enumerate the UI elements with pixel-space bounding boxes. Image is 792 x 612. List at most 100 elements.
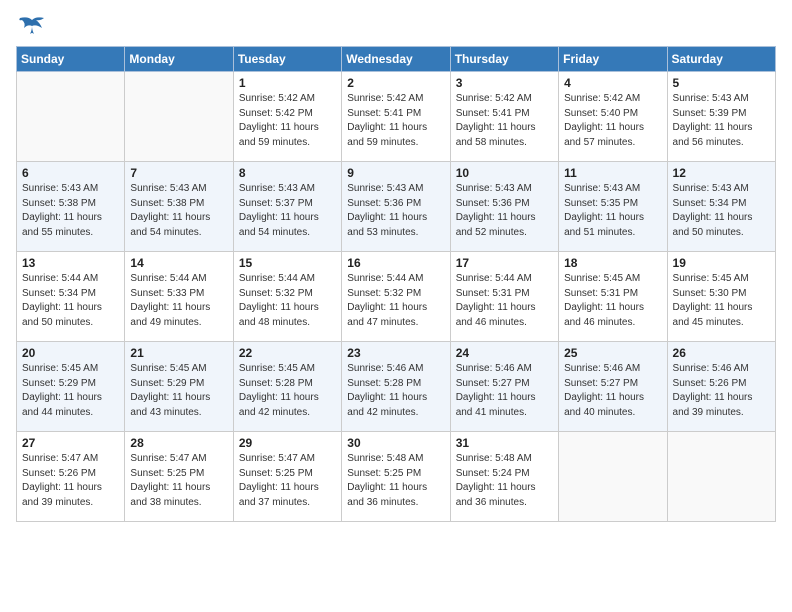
day-info: Sunrise: 5:46 AM Sunset: 5:26 PM Dayligh… — [673, 362, 770, 420]
calendar-cell — [667, 432, 775, 522]
header-day-wednesday: Wednesday — [342, 47, 450, 72]
calendar-cell — [559, 432, 667, 522]
day-number: 17 — [456, 256, 553, 270]
day-number: 2 — [347, 76, 444, 90]
day-number: 6 — [22, 166, 119, 180]
calendar-cell: 23 Sunrise: 5:46 AM Sunset: 5:28 PM Dayli… — [342, 342, 450, 432]
day-info: Sunrise: 5:45 AM Sunset: 5:30 PM Dayligh… — [673, 272, 770, 330]
day-number: 24 — [456, 346, 553, 360]
day-number: 20 — [22, 346, 119, 360]
calendar-cell: 2 Sunrise: 5:42 AM Sunset: 5:41 PM Daylig… — [342, 72, 450, 162]
day-number: 8 — [239, 166, 336, 180]
calendar-cell: 12Sunrise: 5:43 AM Sunset: 5:34 PM Dayli… — [667, 162, 775, 252]
day-info: Sunrise: 5:43 AM Sunset: 5:39 PM Dayligh… — [673, 92, 770, 150]
day-info: Sunrise: 5:45 AM Sunset: 5:29 PM Dayligh… — [130, 362, 227, 420]
day-info: Sunrise: 5:43 AM Sunset: 5:37 PM Dayligh… — [239, 182, 336, 240]
calendar-cell: 3 Sunrise: 5:42 AM Sunset: 5:41 PM Daylig… — [450, 72, 558, 162]
header — [16, 16, 776, 34]
day-number: 18 — [564, 256, 661, 270]
day-info: Sunrise: 5:48 AM Sunset: 5:25 PM Dayligh… — [347, 452, 444, 510]
day-info: Sunrise: 5:48 AM Sunset: 5:24 PM Dayligh… — [456, 452, 553, 510]
calendar-cell: 19 Sunrise: 5:45 AM Sunset: 5:30 PM Dayli… — [667, 252, 775, 342]
day-info: Sunrise: 5:42 AM Sunset: 5:41 PM Dayligh… — [456, 92, 553, 150]
calendar-cell: 22 Sunrise: 5:45 AM Sunset: 5:28 PM Dayli… — [233, 342, 341, 432]
day-number: 13 — [22, 256, 119, 270]
day-info: Sunrise: 5:42 AM Sunset: 5:41 PM Dayligh… — [347, 92, 444, 150]
day-number: 7 — [130, 166, 227, 180]
day-info: Sunrise: 5:46 AM Sunset: 5:28 PM Dayligh… — [347, 362, 444, 420]
calendar-cell: 21 Sunrise: 5:45 AM Sunset: 5:29 PM Dayli… — [125, 342, 233, 432]
header-day-monday: Monday — [125, 47, 233, 72]
day-number: 21 — [130, 346, 227, 360]
calendar-cell: 10Sunrise: 5:43 AM Sunset: 5:36 PM Dayli… — [450, 162, 558, 252]
day-number: 10 — [456, 166, 553, 180]
calendar-cell: 7Sunrise: 5:43 AM Sunset: 5:38 PM Daylig… — [125, 162, 233, 252]
day-info: Sunrise: 5:45 AM Sunset: 5:29 PM Dayligh… — [22, 362, 119, 420]
calendar-header-row: SundayMondayTuesdayWednesdayThursdayFrid… — [17, 47, 776, 72]
calendar-week-row: 1 Sunrise: 5:42 AM Sunset: 5:42 PM Daylig… — [17, 72, 776, 162]
calendar-cell: 13 Sunrise: 5:44 AM Sunset: 5:34 PM Dayli… — [17, 252, 125, 342]
calendar-week-row: 20 Sunrise: 5:45 AM Sunset: 5:29 PM Dayli… — [17, 342, 776, 432]
calendar-cell: 4 Sunrise: 5:42 AM Sunset: 5:40 PM Daylig… — [559, 72, 667, 162]
calendar-cell: 27 Sunrise: 5:47 AM Sunset: 5:26 PM Dayli… — [17, 432, 125, 522]
header-day-saturday: Saturday — [667, 47, 775, 72]
day-info: Sunrise: 5:43 AM Sunset: 5:35 PM Dayligh… — [564, 182, 661, 240]
day-info: Sunrise: 5:47 AM Sunset: 5:26 PM Dayligh… — [22, 452, 119, 510]
calendar-cell: 15 Sunrise: 5:44 AM Sunset: 5:32 PM Dayli… — [233, 252, 341, 342]
day-number: 1 — [239, 76, 336, 90]
calendar-week-row: 6Sunrise: 5:43 AM Sunset: 5:38 PM Daylig… — [17, 162, 776, 252]
calendar-table: SundayMondayTuesdayWednesdayThursdayFrid… — [16, 46, 776, 522]
day-number: 19 — [673, 256, 770, 270]
day-number: 3 — [456, 76, 553, 90]
header-day-sunday: Sunday — [17, 47, 125, 72]
calendar-cell — [17, 72, 125, 162]
day-info: Sunrise: 5:45 AM Sunset: 5:28 PM Dayligh… — [239, 362, 336, 420]
day-number: 26 — [673, 346, 770, 360]
calendar-week-row: 13 Sunrise: 5:44 AM Sunset: 5:34 PM Dayli… — [17, 252, 776, 342]
day-number: 29 — [239, 436, 336, 450]
day-number: 11 — [564, 166, 661, 180]
day-number: 31 — [456, 436, 553, 450]
header-day-friday: Friday — [559, 47, 667, 72]
calendar-cell: 5 Sunrise: 5:43 AM Sunset: 5:39 PM Daylig… — [667, 72, 775, 162]
day-info: Sunrise: 5:43 AM Sunset: 5:34 PM Dayligh… — [673, 182, 770, 240]
day-number: 23 — [347, 346, 444, 360]
calendar-cell: 25Sunrise: 5:46 AM Sunset: 5:27 PM Dayli… — [559, 342, 667, 432]
day-info: Sunrise: 5:42 AM Sunset: 5:40 PM Dayligh… — [564, 92, 661, 150]
calendar-cell: 26 Sunrise: 5:46 AM Sunset: 5:26 PM Dayli… — [667, 342, 775, 432]
day-info: Sunrise: 5:44 AM Sunset: 5:32 PM Dayligh… — [239, 272, 336, 330]
calendar-cell: 24 Sunrise: 5:46 AM Sunset: 5:27 PM Dayli… — [450, 342, 558, 432]
day-info: Sunrise: 5:42 AM Sunset: 5:42 PM Dayligh… — [239, 92, 336, 150]
day-number: 15 — [239, 256, 336, 270]
calendar-cell: 20 Sunrise: 5:45 AM Sunset: 5:29 PM Dayli… — [17, 342, 125, 432]
day-number: 30 — [347, 436, 444, 450]
day-info: Sunrise: 5:46 AM Sunset: 5:27 PM Dayligh… — [456, 362, 553, 420]
calendar-cell: 17 Sunrise: 5:44 AM Sunset: 5:31 PM Dayli… — [450, 252, 558, 342]
logo — [16, 16, 46, 34]
day-number: 9 — [347, 166, 444, 180]
header-day-tuesday: Tuesday — [233, 47, 341, 72]
logo-bird-icon — [18, 16, 46, 38]
calendar-cell — [125, 72, 233, 162]
day-number: 4 — [564, 76, 661, 90]
day-info: Sunrise: 5:44 AM Sunset: 5:34 PM Dayligh… — [22, 272, 119, 330]
calendar-cell: 11 Sunrise: 5:43 AM Sunset: 5:35 PM Dayli… — [559, 162, 667, 252]
calendar-cell: 29 Sunrise: 5:47 AM Sunset: 5:25 PM Dayli… — [233, 432, 341, 522]
day-number: 28 — [130, 436, 227, 450]
day-info: Sunrise: 5:47 AM Sunset: 5:25 PM Dayligh… — [239, 452, 336, 510]
calendar-week-row: 27 Sunrise: 5:47 AM Sunset: 5:26 PM Dayli… — [17, 432, 776, 522]
calendar-cell: 28 Sunrise: 5:47 AM Sunset: 5:25 PM Dayli… — [125, 432, 233, 522]
day-info: Sunrise: 5:44 AM Sunset: 5:31 PM Dayligh… — [456, 272, 553, 330]
day-number: 5 — [673, 76, 770, 90]
calendar-cell: 6Sunrise: 5:43 AM Sunset: 5:38 PM Daylig… — [17, 162, 125, 252]
day-info: Sunrise: 5:47 AM Sunset: 5:25 PM Dayligh… — [130, 452, 227, 510]
calendar-cell: 1 Sunrise: 5:42 AM Sunset: 5:42 PM Daylig… — [233, 72, 341, 162]
day-info: Sunrise: 5:46 AM Sunset: 5:27 PM Dayligh… — [564, 362, 661, 420]
calendar-cell: 30 Sunrise: 5:48 AM Sunset: 5:25 PM Dayli… — [342, 432, 450, 522]
day-info: Sunrise: 5:44 AM Sunset: 5:33 PM Dayligh… — [130, 272, 227, 330]
day-number: 27 — [22, 436, 119, 450]
day-info: Sunrise: 5:43 AM Sunset: 5:36 PM Dayligh… — [347, 182, 444, 240]
day-number: 22 — [239, 346, 336, 360]
calendar-cell: 9 Sunrise: 5:43 AM Sunset: 5:36 PM Daylig… — [342, 162, 450, 252]
day-info: Sunrise: 5:45 AM Sunset: 5:31 PM Dayligh… — [564, 272, 661, 330]
